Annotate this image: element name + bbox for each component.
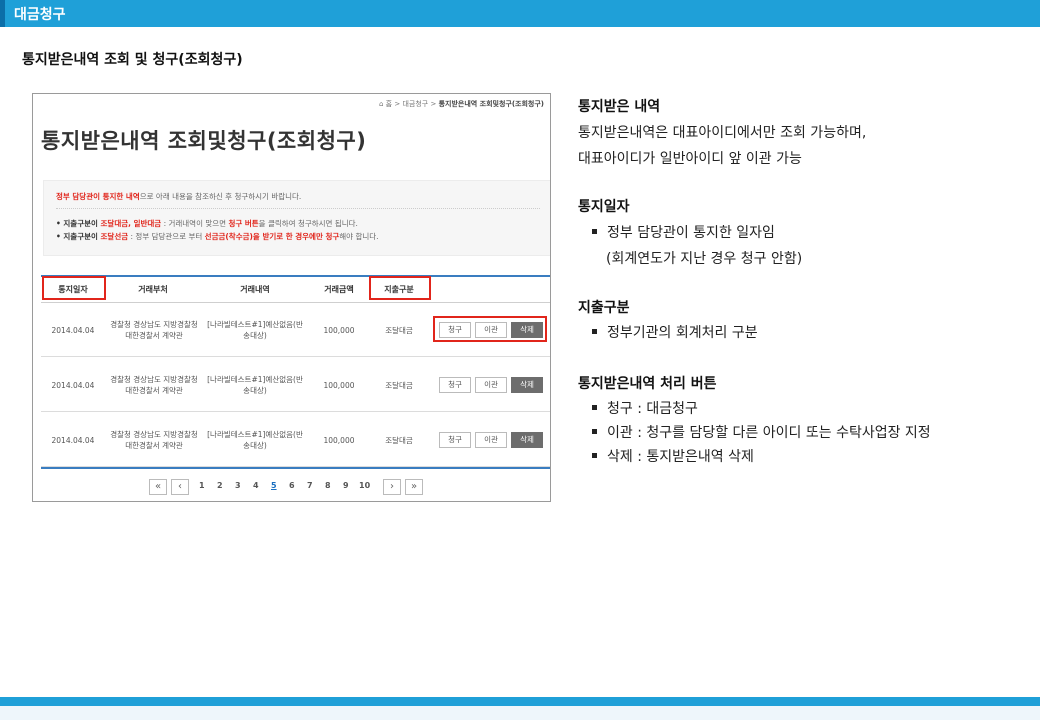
breadcrumb-level1[interactable]: 대금청구 — [402, 100, 428, 108]
transfer-button[interactable]: 이관 — [475, 432, 507, 448]
header-accent — [0, 0, 5, 27]
note-bullet: 정부기관의 회계처리 구분 — [592, 322, 758, 342]
notice-divider — [56, 208, 540, 209]
note-text: (회계연도가 지난 경우 청구 안함) — [606, 251, 803, 267]
table-row: 2014.04.04 경찰청 경상남도 지방경찰청 대한경찰서 계약관 [나라빌… — [41, 413, 550, 467]
claim-button[interactable]: 청구 — [439, 377, 471, 393]
cell-amount: 100,000 — [323, 325, 355, 335]
note-text: 대표아이디가 일반아이디 앞 이관 가능 — [578, 151, 802, 167]
page-link[interactable]: 2 — [217, 481, 223, 490]
notice-box: 정부 담당관이 통지한 내역으로 아래 내용을 참조하신 후 청구하시기 바랍니… — [43, 180, 550, 256]
cell-detail: [나라빌테스트#1]예산없음(반송대상) — [207, 375, 303, 395]
page-link[interactable]: 1 — [199, 481, 205, 490]
cell-type: 조달대금 — [385, 325, 413, 335]
cell-type: 조달대금 — [385, 435, 413, 445]
note-bullet: 삭제 : 통지받은내역 삭제 — [592, 446, 754, 466]
header-title: 대금청구 — [14, 7, 66, 23]
page-link[interactable]: 8 — [325, 481, 331, 490]
page-link[interactable]: 10 — [359, 481, 370, 490]
note-bullet: 이관 : 청구를 담당할 다른 아이디 또는 수탁사업장 지정 — [592, 422, 931, 442]
home-icon[interactable]: ⌂ — [379, 100, 383, 108]
page-link[interactable]: 3 — [235, 481, 241, 490]
cell-agency: 경찰청 경상남도 지방경찰청 대한경찰서 계약관 — [110, 430, 198, 450]
first-page-button[interactable]: « — [149, 479, 167, 495]
page-title: 통지받은내역 조회및청구(조회청구) — [41, 129, 367, 153]
last-page-button[interactable]: » — [405, 479, 423, 495]
claim-button[interactable]: 청구 — [439, 432, 471, 448]
breadcrumb-current: 통지받은내역 조회및청구(조회청구) — [438, 100, 544, 108]
cell-type: 조달대금 — [385, 380, 413, 390]
screenshot-panel: ⌂ 홈 > 대금청구 > 통지받은내역 조회및청구(조회청구) 통지받은내역 조… — [32, 93, 551, 502]
col-header-detail: 거래내역 — [240, 285, 270, 294]
page-link[interactable]: 4 — [253, 481, 259, 490]
cell-detail: [나라빌테스트#1]예산없음(반송대상) — [207, 320, 303, 340]
delete-button[interactable]: 삭제 — [511, 377, 543, 393]
note-bullet: 청구 : 대금청구 — [592, 398, 698, 418]
cell-date: 2014.04.04 — [51, 325, 95, 335]
note-bullet: 정부 담당관이 통지한 일자임 — [592, 222, 775, 242]
transfer-button[interactable]: 이관 — [475, 377, 507, 393]
page-link[interactable]: 9 — [343, 481, 349, 490]
cell-detail: [나라빌테스트#1]예산없음(반송대상) — [207, 430, 303, 450]
footer-bar — [0, 697, 1040, 706]
page-subtitle: 통지받은내역 조회 및 청구(조회청구) — [22, 52, 243, 68]
note-heading-date: 통지일자 — [578, 199, 630, 215]
col-header-agency: 거래부처 — [138, 285, 168, 294]
highlight-date-column — [42, 276, 106, 300]
note-heading-buttons: 통지받은내역 처리 버튼 — [578, 376, 717, 392]
cell-date: 2014.04.04 — [51, 435, 95, 445]
page-link[interactable]: 7 — [307, 481, 313, 490]
page-link[interactable]: 6 — [289, 481, 295, 490]
highlight-action-buttons — [433, 316, 547, 342]
next-page-button[interactable]: › — [383, 479, 401, 495]
cell-date: 2014.04.04 — [51, 380, 95, 390]
delete-button[interactable]: 삭제 — [511, 432, 543, 448]
page-link-current[interactable]: 5 — [271, 481, 277, 490]
col-header-amount: 거래금액 — [324, 285, 354, 294]
prev-page-button[interactable]: ‹ — [171, 479, 189, 495]
note-heading-type: 지출구분 — [578, 300, 630, 316]
breadcrumb-home[interactable]: 홈 — [386, 100, 392, 108]
table-row: 2014.04.04 경찰청 경상남도 지방경찰청 대한경찰서 계약관 [나라빌… — [41, 358, 550, 412]
notice-line-3: • 지출구분이 조달선금 : 정부 담당관으로 부터 선금금(착수금)을 받기로… — [56, 232, 379, 241]
breadcrumb: ⌂ 홈 > 대금청구 > 통지받은내역 조회및청구(조회청구) — [378, 100, 544, 108]
cell-amount: 100,000 — [323, 435, 355, 445]
cell-amount: 100,000 — [323, 380, 355, 390]
note-heading-received: 통지받은 내역 — [578, 99, 661, 115]
cell-agency: 경찰청 경상남도 지방경찰청 대한경찰서 계약관 — [110, 320, 198, 340]
highlight-type-column — [369, 276, 431, 300]
footer-strip — [0, 706, 1040, 720]
notice-line-2: • 지출구분이 조달대금, 일반대금 : 거래내역이 맞으면 청구 버튼을 클릭… — [56, 219, 358, 228]
cell-agency: 경찰청 경상남도 지방경찰청 대한경찰서 계약관 — [110, 375, 198, 395]
note-text: 통지받은내역은 대표아이디에서만 조회 가능하며, — [578, 125, 867, 141]
pagination: « ‹ 1 2 3 4 5 6 7 8 9 10 › » — [33, 479, 550, 495]
notice-line-1: 정부 담당관이 통지한 내역으로 아래 내용을 참조하신 후 청구하시기 바랍니… — [56, 192, 302, 201]
header-bar: 대금청구 — [0, 0, 1040, 27]
